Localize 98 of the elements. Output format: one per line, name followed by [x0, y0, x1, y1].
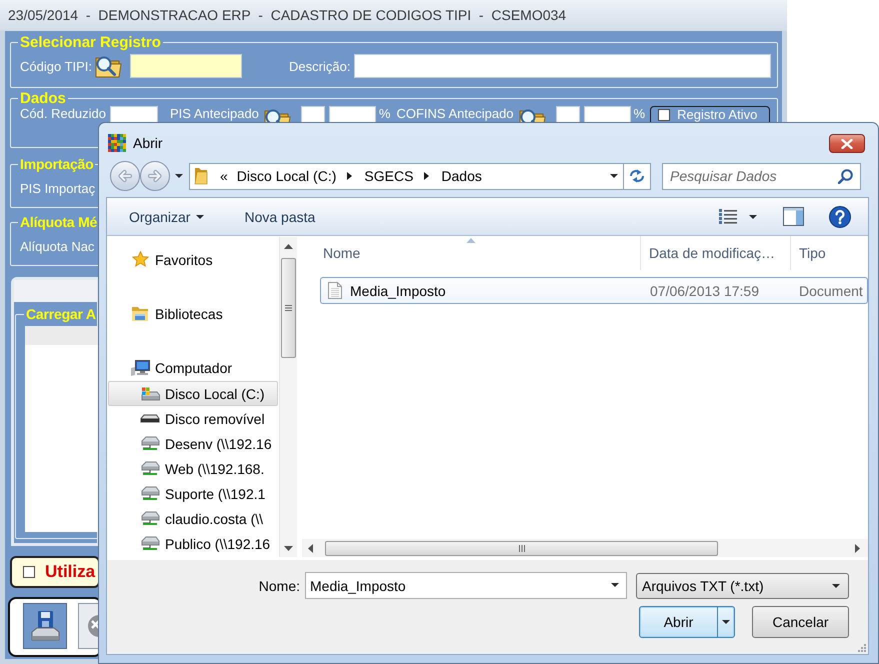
group-title: Importação [19, 156, 94, 173]
scroll-thumb[interactable] [325, 540, 718, 556]
option-label: Utiliza [45, 562, 96, 582]
group-title: Carregar A [25, 306, 97, 322]
scroll-thumb[interactable] [281, 258, 296, 358]
field-label: Cód. Reduzido [20, 106, 106, 121]
nav-item[interactable]: Desenv (\\192.16 [108, 431, 278, 456]
file-type-dropdown[interactable]: Arquivos TXT (*.txt) [636, 572, 849, 598]
network-drive-icon [140, 511, 160, 526]
field-label: COFINS Antecipado [396, 106, 514, 121]
floppy-disk-icon [30, 610, 60, 642]
breadcrumb-item[interactable]: SGECS [364, 168, 414, 184]
field-label: Código TIPI: [20, 58, 92, 74]
column-header[interactable]: Nome [302, 236, 641, 270]
window-title: 23/05/2014 - DEMONSTRACAO ERP - CADASTRO DE CODIGOS TIPI - CSEMO034 [8, 7, 566, 24]
breadcrumb-arrow-icon[interactable] [347, 172, 352, 180]
breadcrumb-arrow-icon[interactable] [424, 172, 430, 180]
unit-label: % [634, 106, 646, 121]
column-header[interactable]: Data de modificaç… [641, 236, 791, 270]
right-arrow-icon [147, 169, 163, 183]
dialog-title: Abrir [133, 134, 163, 152]
field-label: PIS Importaç [20, 181, 96, 196]
refresh-icon [629, 169, 645, 183]
grip-icon [285, 305, 292, 311]
checkbox-label: Registro Ativo [677, 107, 758, 122]
resize-grip-icon[interactable] [857, 643, 866, 652]
sort-arrow-icon [466, 238, 476, 243]
nav-item[interactable]: Bibliotecas [108, 300, 278, 327]
search-icon[interactable] [838, 168, 853, 184]
computer-icon [130, 360, 150, 376]
preview-pane-icon[interactable] [783, 207, 804, 226]
toolbar-button[interactable] [23, 603, 67, 649]
network-drive-icon [140, 436, 160, 451]
field-label: Descrição: [289, 58, 350, 74]
cancel-button[interactable]: Cancelar [752, 606, 849, 638]
close-button[interactable] [829, 134, 865, 153]
field-label: Alíquota Nac [20, 239, 94, 254]
unit-label: % [378, 106, 390, 121]
drive-icon [140, 414, 160, 423]
caret-icon[interactable] [175, 174, 183, 178]
back-button[interactable] [110, 161, 140, 191]
text-document-icon [328, 282, 342, 299]
star-icon [132, 251, 148, 268]
modified-date: 07/06/2013 17:59 [650, 282, 759, 298]
caret-icon[interactable] [610, 174, 618, 178]
nav-item[interactable]: Favoritos [108, 246, 278, 273]
nav-item[interactable]: Disco removível [108, 406, 278, 431]
mosaic-icon [108, 134, 126, 152]
help-icon[interactable] [829, 206, 851, 228]
file-name: Media_Imposto [350, 282, 446, 298]
caret-icon[interactable] [611, 583, 619, 587]
breadcrumb-item[interactable]: Dados [441, 168, 482, 184]
caret-icon[interactable] [722, 620, 730, 624]
group-title: Alíquota Mé [19, 214, 98, 231]
scroll-right-arrow-icon[interactable] [855, 544, 860, 552]
library-folder-icon [131, 306, 149, 322]
nav-item[interactable]: Suporte (\\192.1 [108, 481, 278, 506]
scroll-up-arrow-icon[interactable] [284, 244, 293, 249]
nav-item[interactable]: Computador [108, 354, 278, 381]
nav-item[interactable]: Publico (\\192.16 [108, 531, 278, 556]
toolbar-button[interactable]: Nova pasta [244, 208, 316, 224]
folder-icon [194, 167, 208, 185]
field-label: PIS Antecipado [170, 106, 259, 121]
network-drive-icon [140, 536, 160, 551]
file-type: Document [799, 282, 863, 298]
network-drive-icon [140, 461, 160, 476]
windows-drive-icon [140, 386, 160, 400]
caret-icon[interactable] [749, 214, 757, 218]
forward-button[interactable] [140, 161, 170, 191]
breadcrumb-item[interactable]: Disco Local (C:) [236, 168, 336, 184]
caret-icon [832, 584, 840, 588]
column-header[interactable]: Tipo [791, 236, 868, 270]
text-field[interactable] [130, 54, 242, 78]
group-title: Dados [19, 91, 67, 106]
checkbox[interactable] [658, 109, 670, 121]
group-title: Selecionar Registro [19, 34, 162, 51]
close-icon [841, 138, 853, 148]
search-field[interactable]: Pesquisar Dados [662, 162, 861, 190]
nav-item[interactable]: claudio.costa (\\ [108, 506, 278, 531]
left-arrow-icon [117, 169, 133, 183]
scroll-down-arrow-icon[interactable] [284, 546, 293, 551]
text-field[interactable] [354, 54, 771, 78]
grip-icon [518, 544, 524, 552]
organize-menu[interactable]: Organizar [129, 208, 204, 224]
list-view-icon[interactable] [719, 209, 737, 224]
breadcrumb-overflow[interactable]: « [220, 168, 228, 184]
address-bar[interactable]: « Disco Local (C:) SGECS Dados [189, 162, 651, 190]
caret-icon [196, 214, 204, 218]
scroll-left-arrow-icon[interactable] [308, 544, 313, 552]
network-drive-icon [140, 486, 160, 501]
file-row[interactable]: Media_Imposto 07/06/2013 17:59 Document [320, 277, 868, 304]
file-name-field[interactable]: Media_Imposto [305, 572, 627, 599]
toolbar-button[interactable] [78, 603, 100, 649]
open-button[interactable]: Abrir [639, 606, 735, 638]
nav-item[interactable]: Disco Local (C:) [108, 381, 278, 406]
nav-item[interactable]: Web (\\192.168. [108, 456, 278, 481]
checkbox[interactable] [23, 566, 35, 578]
file-name-label: Nome: [258, 578, 300, 594]
